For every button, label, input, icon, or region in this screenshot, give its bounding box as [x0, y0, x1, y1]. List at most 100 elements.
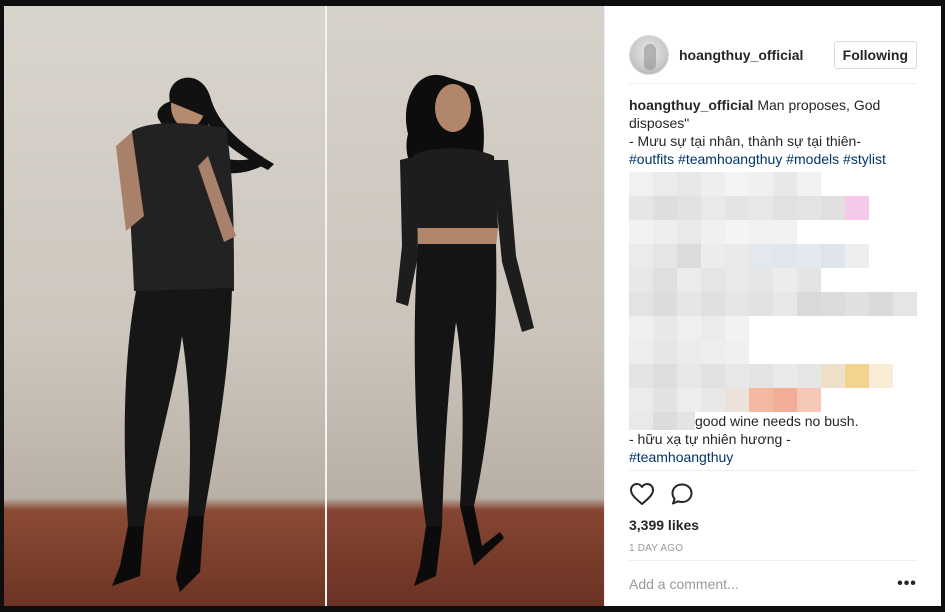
mosaic-cell	[629, 220, 653, 244]
mosaic-cell	[749, 340, 773, 364]
mosaic-cell	[821, 268, 845, 292]
post-modal: hoangthuy_official Following hoangthuy_o…	[4, 6, 941, 606]
mosaic-cell	[821, 316, 845, 340]
likes-count[interactable]: 3,399 likes	[629, 517, 917, 533]
heart-outline-icon[interactable]	[629, 481, 655, 507]
mosaic-cell	[677, 364, 701, 388]
mosaic-cell	[845, 316, 869, 340]
mosaic-cell	[653, 340, 677, 364]
hashtag-link[interactable]: #stylist	[843, 151, 886, 167]
mosaic-cell	[725, 316, 749, 340]
mosaic-cell	[677, 388, 701, 412]
caption-line-3: good wine needs no bush.	[629, 412, 917, 430]
mosaic-cell	[749, 316, 773, 340]
mosaic-cell	[869, 364, 893, 388]
pixelated-redaction	[629, 172, 917, 412]
model-figures	[112, 74, 534, 592]
mosaic-cell	[893, 196, 917, 220]
mosaic-cell	[677, 316, 701, 340]
mosaic-cell	[773, 196, 797, 220]
mosaic-cell	[869, 196, 893, 220]
mosaic-cell	[725, 292, 749, 316]
hashtag-link[interactable]: #teamhoangthuy	[629, 449, 733, 465]
post-timestamp[interactable]: 1 DAY AGO	[629, 543, 917, 554]
mosaic-cell	[749, 268, 773, 292]
mosaic-cell	[749, 388, 773, 412]
mosaic-cell	[821, 292, 845, 316]
mosaic-cell	[797, 196, 821, 220]
caption-username[interactable]: hoangthuy_official	[629, 97, 753, 113]
ellipsis-icon[interactable]: •••	[897, 574, 917, 594]
caption-text-4: - hữu xạ tự nhiên hương -	[629, 431, 791, 447]
mosaic-cell	[629, 292, 653, 316]
mosaic-cell	[845, 268, 869, 292]
mosaic-cell	[893, 220, 917, 244]
mosaic-cell	[749, 364, 773, 388]
mosaic-cell	[893, 364, 917, 388]
hashtag-link[interactable]: #models	[786, 151, 839, 167]
mosaic-cell	[749, 172, 773, 196]
mosaic-cell	[653, 196, 677, 220]
comment-input[interactable]	[629, 575, 897, 592]
mosaic-cell	[797, 388, 821, 412]
action-icons	[629, 471, 917, 511]
mosaic-cell	[773, 244, 797, 268]
mosaic-cell	[725, 220, 749, 244]
mosaic-cell	[677, 220, 701, 244]
mosaic-cell	[677, 196, 701, 220]
mosaic-cell	[725, 172, 749, 196]
caption-hashtag-end-line: #teamhoangthuy	[629, 448, 917, 466]
mosaic-cell	[773, 364, 797, 388]
mosaic-cell	[845, 340, 869, 364]
mosaic-cell	[677, 172, 701, 196]
post-sidebar: hoangthuy_official Following hoangthuy_o…	[604, 6, 941, 606]
mosaic-cell	[653, 364, 677, 388]
mosaic-cell	[629, 316, 653, 340]
mosaic-cell	[797, 244, 821, 268]
mosaic-cell	[893, 244, 917, 268]
avatar[interactable]	[629, 34, 669, 75]
mosaic-cell	[701, 388, 725, 412]
mosaic-cell	[821, 244, 845, 268]
mosaic-cell	[701, 316, 725, 340]
mosaic-cell	[773, 388, 797, 412]
comment-box: •••	[629, 560, 917, 606]
mosaic-cell	[845, 388, 869, 412]
caption-hashtags: #outfits #teamhoangthuy #models #stylist	[629, 150, 917, 168]
following-button[interactable]: Following	[833, 40, 917, 69]
caption-text-3: good wine needs no bush.	[695, 413, 859, 429]
mosaic-cell	[845, 244, 869, 268]
mosaic-cell	[869, 340, 893, 364]
hashtag-link[interactable]: #teamhoangthuy	[678, 151, 782, 167]
mosaic-cell	[869, 268, 893, 292]
mosaic-cell	[653, 292, 677, 316]
header-username[interactable]: hoangthuy_official	[679, 47, 834, 63]
caption-area: hoangthuy_official Man proposes, God dis…	[629, 96, 917, 466]
mosaic-cell	[773, 172, 797, 196]
mosaic-cell	[821, 340, 845, 364]
caption-text-2: - Mưu sự tại nhân, thành sự tại thiên-	[629, 133, 862, 149]
mosaic-cell	[701, 244, 725, 268]
post-photo[interactable]	[4, 6, 604, 606]
mosaic-cell	[701, 340, 725, 364]
mosaic-cell	[629, 196, 653, 220]
mosaic-cell	[821, 388, 845, 412]
mosaic-cell	[869, 220, 893, 244]
mosaic-cell	[629, 172, 653, 196]
mosaic-cell	[893, 388, 917, 412]
mosaic-cell	[725, 196, 749, 220]
mosaic-cell	[773, 316, 797, 340]
post-actions: 3,399 likes 1 DAY AGO	[629, 470, 917, 560]
mosaic-cell	[701, 292, 725, 316]
mosaic-cell	[845, 220, 869, 244]
hashtag-link[interactable]: #outfits	[629, 151, 674, 167]
mosaic-cell	[797, 220, 821, 244]
mosaic-cell	[749, 220, 773, 244]
mosaic-cell	[653, 220, 677, 244]
mosaic-cell	[821, 196, 845, 220]
mosaic-cell	[725, 268, 749, 292]
mosaic-cell	[869, 388, 893, 412]
mosaic-cell	[629, 388, 653, 412]
mosaic-cell	[797, 364, 821, 388]
speech-bubble-icon[interactable]	[669, 481, 695, 507]
